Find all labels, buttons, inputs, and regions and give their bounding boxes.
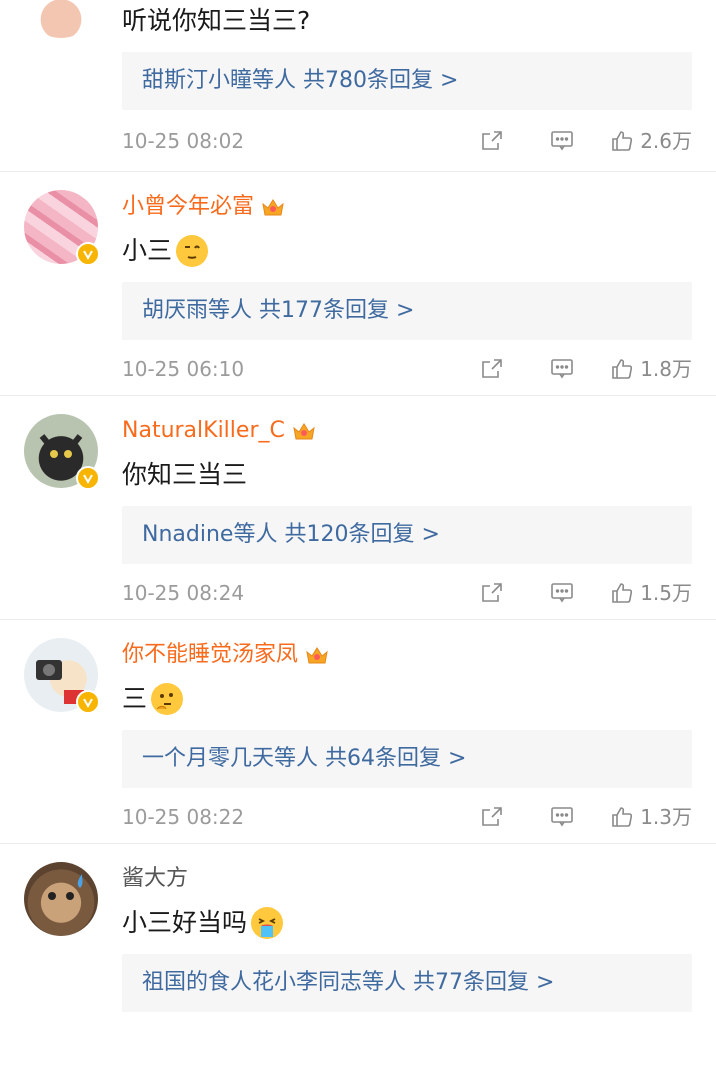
share-icon[interactable] [480,129,504,153]
timestamp: 10-25 08:24 [122,581,245,605]
timestamp: 10-25 08:02 [122,129,245,153]
reply-users: 祖国的食人花小李同志等人 [142,970,407,995]
replies-summary[interactable]: 一个月零几天等人 共64条回复 > [122,730,692,788]
comment-icon[interactable] [550,129,574,153]
comment-item: 听说你知三当三? 甜斯汀小瞳等人 共780条回复 > 10-25 08:02 2… [0,0,716,172]
comment-icon[interactable] [550,805,574,829]
reply-users: 胡厌雨等人 [142,298,253,323]
verified-icon [76,466,100,490]
like-count: 1.5万 [640,581,692,605]
username-label: 酱大方 [122,866,189,891]
comment-text-label: 三 [122,684,148,713]
reply-count-link[interactable]: 共64条回复 > [325,746,466,771]
avatar[interactable] [24,638,100,714]
crown-icon [293,423,315,440]
wink-emoji-icon [176,235,209,267]
timestamp: 10-25 06:10 [122,357,245,381]
comment-icon[interactable] [550,357,574,381]
like-icon [612,131,633,151]
reply-count-link[interactable]: 共120条回复 > [284,522,439,547]
verified-icon [76,690,100,714]
share-icon[interactable] [480,581,504,605]
thinking-emoji-icon [151,683,184,715]
reply-count-link[interactable]: 共780条回复 > [303,68,458,93]
like-icon [612,807,633,827]
comment-meta: 10-25 06:10 1.8万 [122,354,692,384]
replies-summary[interactable]: 甜斯汀小瞳等人 共780条回复 > [122,52,692,110]
verified-icon [76,242,100,266]
like-count: 2.6万 [640,129,692,153]
timestamp: 10-25 08:22 [122,805,245,829]
username[interactable]: NaturalKiller_C [122,416,317,446]
comment-item: 小曾今年必富 小三 胡厌雨等人 共177条回复 > 10-25 06:10 1.… [0,172,716,396]
avatar[interactable] [24,414,100,490]
like-button[interactable]: 1.5万 [610,578,692,608]
comment-text: 听说你知三当三? [122,6,311,35]
reply-users: 一个月零几天等人 [142,746,319,771]
comment-item: 酱大方 小三好当吗 祖国的食人花小李同志等人 共77条回复 > [0,844,716,1068]
share-icon[interactable] [480,357,504,381]
username[interactable]: 酱大方 [122,864,188,894]
comment-text: 小三 [122,234,209,268]
comment-text-label: 小三 [122,236,173,265]
reply-count-link[interactable]: 共177条回复 > [259,298,414,323]
vomiting-emoji-icon [251,907,284,939]
comment-text-label: 小三好当吗 [122,908,248,937]
comment-item: NaturalKiller_C 你知三当三 Nnadine等人 共120条回复 … [0,396,716,620]
reply-users: 甜斯汀小瞳等人 [142,68,297,93]
comment-meta: 10-25 08:02 2.6万 [122,126,692,156]
username-label: 你不能睡觉汤家凤 [122,642,299,667]
like-count: 1.8万 [640,357,692,381]
comment-icon[interactable] [550,581,574,605]
like-button[interactable]: 2.6万 [610,126,692,156]
replies-summary[interactable]: Nnadine等人 共120条回复 > [122,506,692,564]
comment-meta: 10-25 08:24 1.5万 [122,578,692,608]
comment-text: 你知三当三 [122,460,248,489]
username[interactable]: 小曾今年必富 [122,192,286,222]
reply-users: Nnadine等人 [142,522,278,547]
comment-item: 你不能睡觉汤家凤 三 一个月零几天等人 共64条回复 > 10-25 08:22… [0,620,716,844]
comment-text: 小三好当吗 [122,906,284,940]
avatar[interactable] [24,862,98,936]
replies-summary[interactable]: 祖国的食人花小李同志等人 共77条回复 > [122,954,692,1012]
username-label: NaturalKiller_C [122,418,285,443]
username[interactable]: 你不能睡觉汤家凤 [122,640,330,670]
avatar[interactable] [24,190,100,266]
username-label: 小曾今年必富 [122,194,255,219]
crown-icon [306,647,328,664]
like-count: 1.3万 [640,805,692,829]
like-button[interactable]: 1.3万 [610,802,692,832]
comment-text: 三 [122,682,184,716]
like-icon [612,359,633,379]
replies-summary[interactable]: 胡厌雨等人 共177条回复 > [122,282,692,340]
comment-meta: 10-25 08:22 1.3万 [122,802,692,832]
like-icon [612,583,633,603]
crown-icon [262,199,284,216]
share-icon[interactable] [480,805,504,829]
avatar[interactable] [24,0,98,38]
reply-count-link[interactable]: 共77条回复 > [413,970,554,995]
like-button[interactable]: 1.8万 [610,354,692,384]
